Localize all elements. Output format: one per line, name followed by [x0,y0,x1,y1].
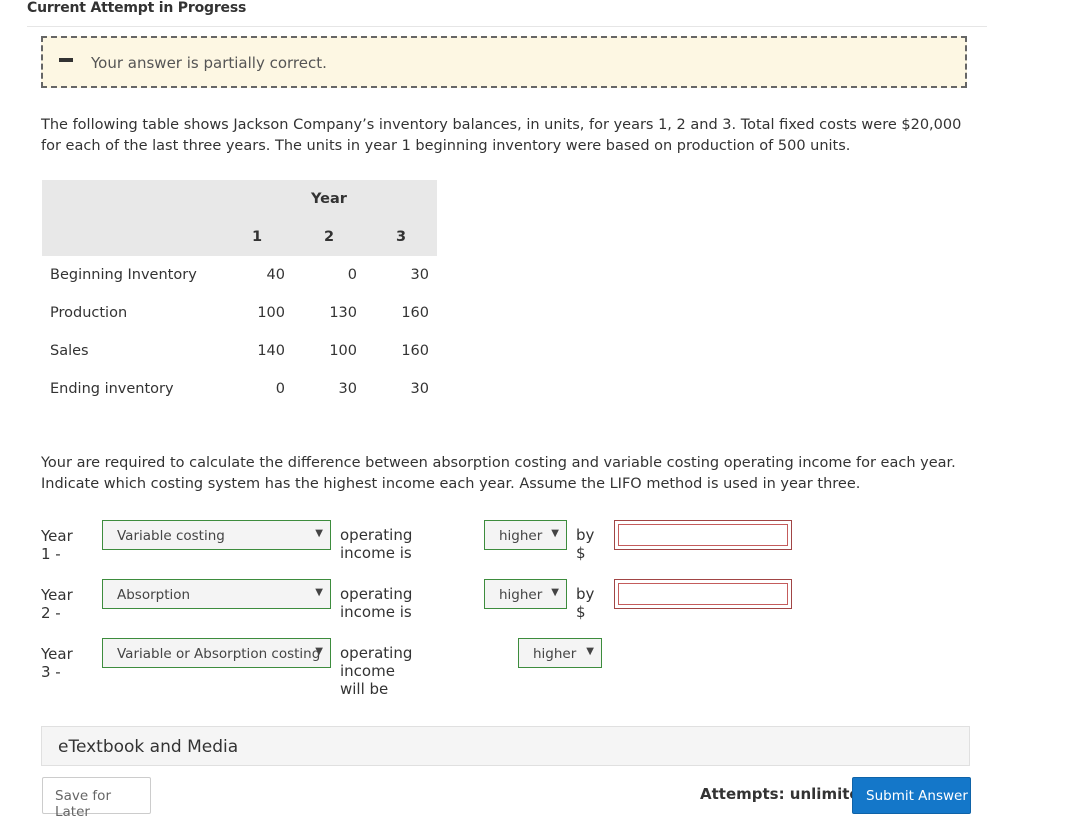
chevron-down-icon: ▼ [586,646,594,657]
cell: 0 [347,267,357,283]
table-corner [42,180,221,218]
year1-amount-input[interactable] [614,520,792,550]
etextbook-section[interactable]: eTextbook and Media [41,726,970,766]
feedback-banner: Your answer is partially correct. [41,36,967,88]
year2-label: Year 2 - [41,586,73,622]
cell: 160 [401,343,429,359]
cell: 130 [329,305,357,321]
year1-system-select[interactable]: Variable costing ▼ [102,520,331,550]
cell: 160 [401,305,429,321]
year2-text: operating income is [340,585,413,621]
cell: 100 [257,305,285,321]
chevron-down-icon: ▼ [551,587,559,598]
table-row: Sales 140 100 160 [42,332,437,370]
title-divider [27,26,987,27]
year2-by-label: by $ [576,585,595,621]
year3-direction-select[interactable]: higher ▼ [518,638,602,668]
save-for-later-button[interactable]: Save for Later [42,777,151,820]
year1-direction-select[interactable]: higher ▼ [484,520,567,550]
year-col-1: 1 [221,218,293,256]
year2-direction-value: higher [499,587,543,603]
problem-intro: The following table shows Jackson Compan… [41,117,962,154]
cell: 140 [257,343,285,359]
row-label: Production [50,305,128,321]
cell: 30 [410,267,429,283]
year1-label: Year 1 - [41,527,73,563]
year2-system-value: Absorption [117,587,191,603]
year3-text: operating income will be [340,644,413,698]
year1-direction-value: higher [499,528,543,544]
submit-answer-label: Submit Answer [866,788,968,804]
inventory-table: Year 1 2 3 Beginning Inventory 40 0 30 P… [42,180,437,408]
submit-answer-button[interactable]: Submit Answer [852,777,971,814]
year2-amount-input[interactable] [614,579,792,609]
row-label: Beginning Inventory [50,267,197,283]
year1-by-label: by $ [576,526,595,562]
etextbook-label: eTextbook and Media [58,737,239,757]
year-header: Year [221,180,437,218]
cell: 30 [410,381,429,397]
year3-system-value: Variable or Absorption costing [117,646,321,662]
year3-direction-value: higher [533,646,577,662]
row-label: Sales [50,343,89,359]
feedback-message: Your answer is partially correct. [91,54,327,72]
year1-text: operating income is [340,526,413,562]
year-col-3: 3 [365,218,437,256]
year2-direction-select[interactable]: higher ▼ [484,579,567,609]
row-label: Ending inventory [50,381,174,397]
attempts-text: Attempts: unlimited [700,785,871,803]
year-col-2: 2 [293,218,365,256]
cell: 40 [266,267,285,283]
table-row: Beginning Inventory 40 0 30 [42,256,437,294]
problem-requirement: Your are required to calculate the diffe… [41,455,956,492]
chevron-down-icon: ▼ [315,528,323,539]
partial-correct-icon [59,58,73,62]
page-title: Current Attempt in Progress [27,0,247,16]
cell: 30 [338,381,357,397]
cell: 100 [329,343,357,359]
chevron-down-icon: ▼ [315,587,323,598]
chevron-down-icon: ▼ [551,528,559,539]
table-row: Production 100 130 160 [42,294,437,332]
chevron-down-icon: ▼ [315,646,323,657]
question-page: Current Attempt in Progress Your answer … [0,0,987,827]
year1-system-value: Variable costing [117,528,225,544]
year3-system-select[interactable]: Variable or Absorption costing ▼ [102,638,331,668]
save-for-later-label: Save for Later [55,788,111,820]
year2-system-select[interactable]: Absorption ▼ [102,579,331,609]
table-row: Ending inventory 0 30 30 [42,370,437,408]
cell: 0 [275,381,285,397]
year3-label: Year 3 - [41,645,73,681]
